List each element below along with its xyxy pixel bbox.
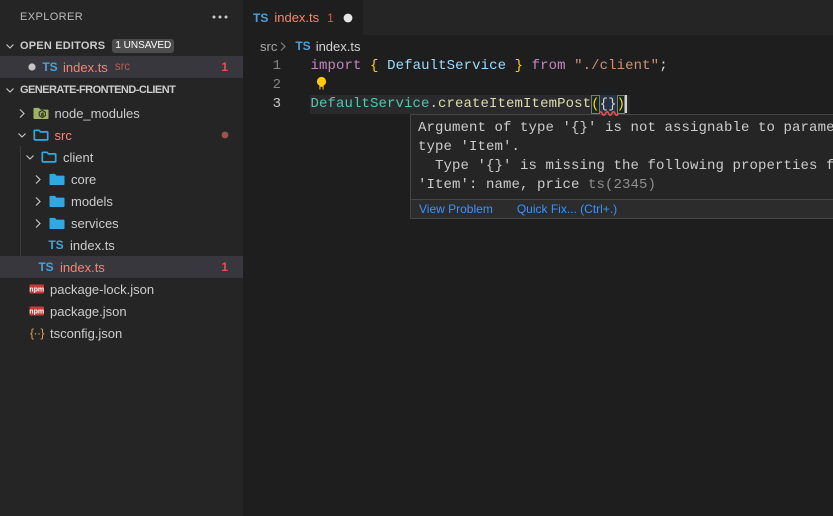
svg-text:npm: npm	[29, 309, 44, 316]
svg-text:npm: npm	[29, 287, 44, 294]
